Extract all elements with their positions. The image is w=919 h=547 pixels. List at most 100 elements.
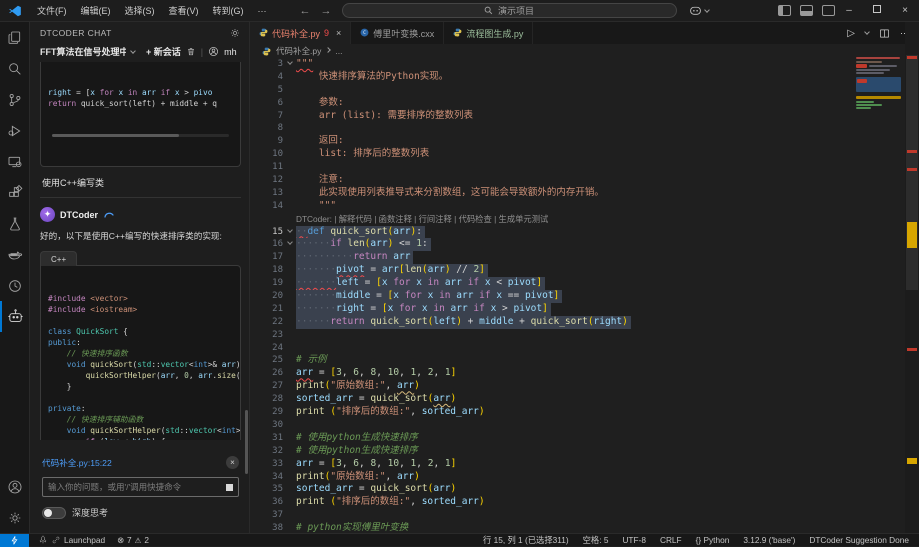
status-language-mode[interactable]: {} Python bbox=[696, 535, 730, 545]
status-encoding[interactable]: UTF-8 bbox=[622, 535, 646, 545]
run-button[interactable]: ▷ bbox=[847, 28, 855, 39]
code-line-27[interactable]: 27print("原始数组:", arr) bbox=[250, 380, 905, 393]
code-line-30[interactable]: 30 bbox=[250, 419, 905, 432]
code-line-32[interactable]: 32# 使用python生成快速排序 bbox=[250, 445, 905, 458]
tab-流程图生成.py[interactable]: 流程图生成.py bbox=[444, 22, 533, 44]
code-line-31[interactable]: 31# 使用python生成快速排序 bbox=[250, 432, 905, 445]
code-language-chip[interactable]: C++ bbox=[40, 251, 77, 266]
copilot-button[interactable] bbox=[689, 5, 709, 16]
codelens-actions[interactable]: DTCoder: | 解释代码 | 函数注释 | 行间注释 | 代码检查 | 生… bbox=[296, 213, 548, 226]
testing-icon[interactable] bbox=[0, 208, 30, 239]
tab-代码补全.py[interactable]: 代码补全.py9× bbox=[250, 22, 351, 44]
status-eol[interactable]: CRLF bbox=[660, 535, 682, 545]
back-button[interactable]: ← bbox=[300, 5, 311, 17]
code-line-37[interactable]: 37 bbox=[250, 509, 905, 522]
chat-vertical-scrollbar[interactable] bbox=[245, 410, 248, 474]
split-editor-icon[interactable] bbox=[879, 28, 890, 39]
settings-gear-icon[interactable] bbox=[0, 502, 30, 533]
launchpad-button[interactable]: Launchpad bbox=[38, 535, 105, 545]
source-control-icon[interactable] bbox=[0, 84, 30, 115]
remote-indicator[interactable] bbox=[0, 534, 29, 547]
account-icon[interactable] bbox=[0, 471, 30, 502]
breadcrumb[interactable]: 代码补全.py ... bbox=[250, 44, 919, 58]
code-line-4[interactable]: 4 快速排序算法的Python实现。 bbox=[250, 71, 905, 84]
explorer-icon[interactable] bbox=[0, 22, 30, 53]
toggle-panel-icon[interactable] bbox=[800, 5, 813, 16]
context-file-chip[interactable]: 代码补全.py:15:22 bbox=[42, 457, 112, 469]
dtcoder-chat-icon[interactable] bbox=[0, 301, 30, 332]
code-line-16[interactable]: 16······if len(arr) <= 1: bbox=[250, 238, 905, 251]
close-button[interactable]: × bbox=[891, 5, 919, 16]
code-line-8[interactable]: 8 bbox=[250, 122, 905, 135]
code-line-10[interactable]: 10 list: 排序后的整数列表 bbox=[250, 148, 905, 161]
search-icon[interactable] bbox=[0, 53, 30, 84]
code-line-6[interactable]: 6 参数: bbox=[250, 97, 905, 110]
code-line-5[interactable]: 5 bbox=[250, 84, 905, 97]
code-line-23[interactable]: 23 bbox=[250, 329, 905, 342]
fold-chevron-icon[interactable] bbox=[287, 59, 293, 65]
code-line-20[interactable]: 20·······middle = [x for x in arr if x =… bbox=[250, 290, 905, 303]
minimize-button[interactable]: – bbox=[835, 5, 863, 16]
code-line-21[interactable]: 21·······right = [x for x in arr if x > … bbox=[250, 303, 905, 316]
context-close-icon[interactable]: × bbox=[226, 456, 239, 469]
horizontal-scrollbar[interactable] bbox=[52, 134, 229, 137]
chat-input[interactable] bbox=[42, 477, 239, 497]
menu-item[interactable]: 转到(G) bbox=[206, 6, 251, 16]
remote-explorer-icon[interactable] bbox=[0, 146, 30, 177]
editor-scrollbar[interactable] bbox=[905, 22, 919, 533]
code-line-33[interactable]: 33arr = [3, 6, 8, 10, 1, 2, 1] bbox=[250, 458, 905, 471]
code-line-38[interactable]: 38# python实现傅里叶变换 bbox=[250, 522, 905, 533]
code-line-25[interactable]: 25# 示例 bbox=[250, 354, 905, 367]
codelens-row[interactable]: DTCoder: | 解释代码 | 函数注释 | 行间注释 | 代码检查 | 生… bbox=[250, 213, 905, 226]
problems-indicator[interactable]: ⊗ 7 ⚠ 2 bbox=[117, 535, 149, 545]
code-line-14[interactable]: 14 """ bbox=[250, 200, 905, 213]
chevron-down-icon[interactable] bbox=[130, 48, 136, 54]
status-cursor-position[interactable]: 行 15, 列 1 (已选择311) bbox=[483, 534, 569, 546]
history-icon[interactable] bbox=[0, 270, 30, 301]
tab-傅里叶变换.cxx[interactable]: C傅里叶变换.cxx bbox=[351, 22, 444, 44]
tab-close-icon[interactable]: × bbox=[336, 28, 341, 38]
code-line-36[interactable]: 36print ("排序后的数组:", sorted_arr) bbox=[250, 496, 905, 509]
code-line-28[interactable]: 28sorted_arr = quick_sort(arr) bbox=[250, 393, 905, 406]
code-line-15[interactable]: 15··def quick_sort(arr): bbox=[250, 226, 905, 239]
menu-item[interactable]: 文件(F) bbox=[30, 6, 74, 16]
code-line-19[interactable]: 19·······left = [x for x in arr if x < p… bbox=[250, 277, 905, 290]
code-line-17[interactable]: 17··········return arr bbox=[250, 251, 905, 264]
menu-item[interactable]: 选择(S) bbox=[118, 6, 162, 16]
session-title[interactable]: FFT算法在信号处理中... bbox=[40, 45, 126, 58]
code-line-9[interactable]: 9 返回: bbox=[250, 135, 905, 148]
forward-button[interactable]: → bbox=[321, 5, 332, 17]
code-line-29[interactable]: 29print ("排序后的数组:", sorted_arr) bbox=[250, 406, 905, 419]
status-dtcoder-status[interactable]: DTCoder Suggestion Done bbox=[809, 535, 909, 545]
scrollbar-thumb[interactable] bbox=[906, 55, 918, 290]
code-line-22[interactable]: 22······return quick_sort(left) + middle… bbox=[250, 316, 905, 329]
minimap[interactable] bbox=[856, 55, 903, 135]
fold-chevron-icon[interactable] bbox=[287, 240, 293, 246]
account-avatar-icon[interactable] bbox=[208, 46, 219, 57]
code-line-3[interactable]: 3""" bbox=[250, 58, 905, 71]
code-line-26[interactable]: 26arr = [3, 6, 8, 10, 1, 2, 1] bbox=[250, 367, 905, 380]
docker-icon[interactable] bbox=[0, 239, 30, 270]
extensions-icon[interactable] bbox=[0, 177, 30, 208]
menu-item[interactable]: ··· bbox=[251, 6, 274, 16]
breadcrumb-symbol[interactable]: ... bbox=[335, 46, 342, 56]
stop-send-button[interactable] bbox=[226, 484, 233, 491]
command-center-search[interactable]: 演示项目 bbox=[342, 3, 677, 18]
chat-settings-gear-icon[interactable] bbox=[229, 27, 241, 39]
restore-button[interactable] bbox=[863, 5, 891, 16]
new-session-button[interactable]: + 新会话 bbox=[146, 45, 181, 58]
code-line-7[interactable]: 7 arr (list): 需要排序的整数列表 bbox=[250, 110, 905, 123]
status-indentation[interactable]: 空格: 5 bbox=[583, 534, 609, 546]
breadcrumb-file[interactable]: 代码补全.py bbox=[276, 45, 321, 57]
code-line-35[interactable]: 35sorted_arr = quick_sort(arr) bbox=[250, 483, 905, 496]
deep-think-toggle[interactable] bbox=[42, 507, 66, 519]
code-line-24[interactable]: 24 bbox=[250, 342, 905, 355]
code-line-18[interactable]: 18·······pivot = arr[len(arr) // 2] bbox=[250, 264, 905, 277]
run-debug-icon[interactable] bbox=[0, 115, 30, 146]
code-line-13[interactable]: 13 此实现使用列表推导式来分割数组，这可能会导致额外的内存开销。 bbox=[250, 187, 905, 200]
code-line-11[interactable]: 11 bbox=[250, 161, 905, 174]
toggle-sidebar-icon[interactable] bbox=[778, 5, 791, 16]
delete-session-icon[interactable] bbox=[186, 46, 196, 57]
menu-item[interactable]: 查看(V) bbox=[162, 6, 206, 16]
menu-item[interactable]: 编辑(E) bbox=[74, 6, 118, 16]
